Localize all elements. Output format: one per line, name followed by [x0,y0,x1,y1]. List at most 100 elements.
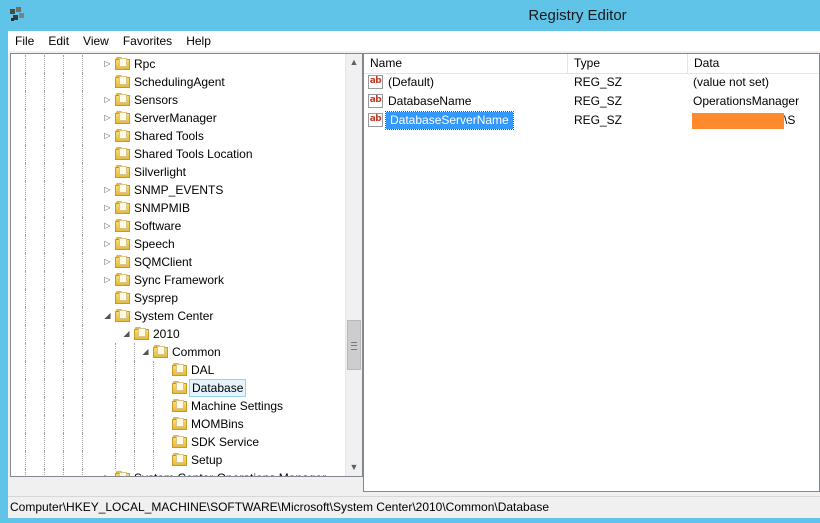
chevron-up-icon[interactable]: ▲ [346,54,362,71]
tree-item[interactable]: ▷ ServerManager [11,109,345,127]
tree-item-label[interactable]: System Center [132,307,215,325]
tree-item[interactable]: ▷ SQMClient [11,253,345,271]
values-list-pane[interactable]: Name Type Data ab (Default) REG_SZ (value n… [363,53,820,492]
tree-item[interactable]: Database [11,379,345,397]
value-name[interactable]: DatabaseName [388,92,471,111]
collapse-arrow-icon[interactable]: ◢ [141,347,150,357]
tree-item[interactable]: Silverlight [11,163,345,181]
tree-item[interactable]: ◢ System Center [11,307,345,325]
tree-item-label[interactable]: Machine Settings [189,397,285,415]
column-header-name[interactable]: Name [364,54,568,73]
tree-guide-line [25,73,26,91]
tree-item-label[interactable]: 2010 [151,325,182,343]
tree-item-label[interactable]: Shared Tools Location [132,145,255,163]
column-header-data[interactable]: Data [688,54,819,73]
menu-file[interactable]: File [8,31,41,51]
tree-vertical-scrollbar[interactable]: ▲ ▼ [345,54,362,476]
tree-item-label[interactable]: MOMBins [189,415,246,433]
expand-arrow-icon[interactable]: ▷ [103,275,112,285]
tree-item[interactable]: DAL [11,361,345,379]
tree-item-label[interactable]: SNMPMIB [132,199,192,217]
tree-item-label[interactable]: Sysprep [132,289,180,307]
chevron-down-icon[interactable]: ▼ [346,459,362,476]
tree-item[interactable]: ▷ Sensors [11,91,345,109]
tree-item[interactable]: Setup [11,451,345,469]
tree-item[interactable]: Machine Settings [11,397,345,415]
value-type: REG_SZ [574,113,623,127]
tree-guide-line [25,361,26,379]
expand-arrow-icon[interactable]: ▷ [103,221,112,231]
expand-arrow-icon[interactable]: ▷ [103,59,112,69]
collapse-arrow-icon[interactable]: ◢ [103,311,112,321]
tree-item-label[interactable]: Speech [132,235,177,253]
tree-guide-line [63,271,64,289]
tree-item[interactable]: Shared Tools Location [11,145,345,163]
tree-item[interactable]: ◢ 2010 [11,325,345,343]
tree-item-label[interactable]: Common [170,343,223,361]
tree-item[interactable]: ▷ SNMP_EVENTS [11,181,345,199]
menu-bar: File Edit View Favorites Help [8,31,820,51]
tree-item[interactable]: ▷ Speech [11,235,345,253]
tree-item[interactable]: SDK Service [11,433,345,451]
value-name[interactable]: (Default) [388,73,434,92]
tree-item-label[interactable]: Sensors [132,91,180,109]
tree-item-label[interactable]: Software [132,217,183,235]
tree-item-label[interactable]: Shared Tools [132,127,206,145]
tree-item-label[interactable]: ServerManager [132,109,219,127]
tree-guide-line [63,163,64,181]
tree-item-label[interactable]: SchedulingAgent [132,73,227,91]
value-name[interactable]: DatabaseServerName [385,111,514,130]
expand-arrow-icon[interactable]: ▷ [103,95,112,105]
tree-guide-line [82,127,83,145]
tree-item[interactable]: Sysprep [11,289,345,307]
tree-item[interactable]: ▷ Sync Framework [11,271,345,289]
menu-edit[interactable]: Edit [41,31,76,51]
tree-item[interactable]: ▷ Rpc [11,55,345,73]
tree-guide-line [82,73,83,91]
key-tree-pane[interactable]: ▷ Rpc SchedulingAgent ▷ Sensors ▷ ServerManage… [10,53,363,477]
tree-item-label[interactable]: SQMClient [132,253,194,271]
value-row[interactable]: ab (Default) REG_SZ (value not set) [364,73,819,92]
tree-item[interactable]: MOMBins [11,415,345,433]
tree-guide-line [134,433,135,451]
expand-arrow-icon[interactable]: ▷ [103,239,112,249]
value-row[interactable]: ab DatabaseServerName REG_SZ \S [364,111,819,130]
menu-favorites[interactable]: Favorites [116,31,179,51]
folder-icon [115,57,130,70]
client-area: ▷ Rpc SchedulingAgent ▷ Sensors ▷ ServerManage… [8,51,820,496]
tree-item-label[interactable]: Sync Framework [132,271,226,289]
tree-item-label[interactable]: SDK Service [189,433,261,451]
collapse-arrow-icon[interactable]: ◢ [122,329,131,339]
value-row[interactable]: ab DatabaseName REG_SZ OperationsManager [364,92,819,111]
tree-item[interactable]: SchedulingAgent [11,73,345,91]
tree-item[interactable]: ◢ Common [11,343,345,361]
expand-arrow-icon[interactable]: ▷ [103,113,112,123]
column-header-type[interactable]: Type [568,54,688,73]
expand-arrow-icon[interactable]: ▷ [103,473,112,476]
tree-guide-line [82,433,83,451]
scroll-thumb[interactable] [347,320,361,370]
tree-item-label[interactable]: Database [189,379,247,397]
expand-arrow-icon[interactable]: ▷ [103,257,112,267]
tree-item-label[interactable]: DAL [189,361,216,379]
tree-item-label[interactable]: Silverlight [132,163,188,181]
menu-help[interactable]: Help [179,31,218,51]
menu-view[interactable]: View [76,31,116,51]
tree-guide-line [82,379,83,397]
folder-icon [115,165,130,178]
expand-arrow-icon[interactable]: ▷ [103,131,112,141]
title-bar[interactable]: Registry Editor [0,0,820,31]
tree-guide-line [25,271,26,289]
tree-guide-line [25,91,26,109]
expand-arrow-icon[interactable]: ▷ [103,203,112,213]
tree-item-label[interactable]: SNMP_EVENTS [132,181,225,199]
tree-item-label[interactable]: Setup [189,451,224,469]
tree-item-label[interactable]: Rpc [132,55,157,73]
tree-guide-line [44,181,45,199]
expand-arrow-icon[interactable]: ▷ [103,185,112,195]
tree-item[interactable]: ▷ SNMPMIB [11,199,345,217]
tree-item-label[interactable]: System Center Operations Manager [132,469,328,476]
tree-item[interactable]: ▷ System Center Operations Manager [11,469,345,476]
tree-item[interactable]: ▷ Shared Tools [11,127,345,145]
tree-item[interactable]: ▷ Software [11,217,345,235]
